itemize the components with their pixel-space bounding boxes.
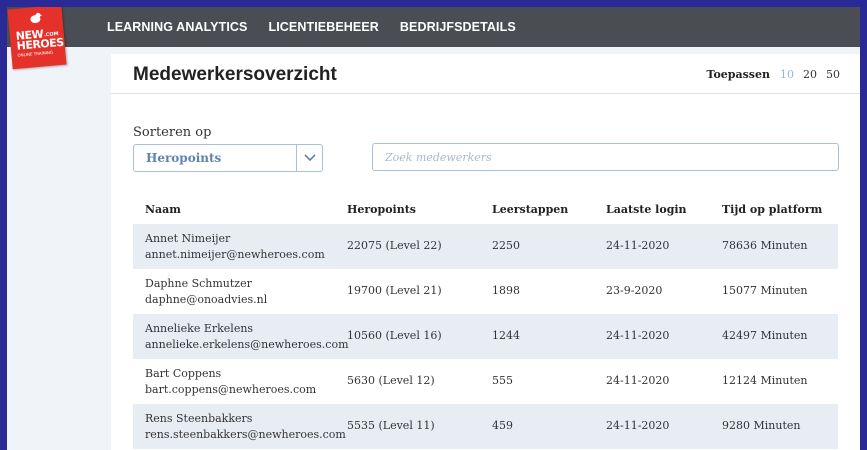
employee-table-body: Annet Nimeijer annet.nimeijer@newheroes.… [133, 224, 838, 449]
employee-name-cell: Bart Coppens bart.coppens@newheroes.com [145, 366, 316, 398]
page-size-option-20[interactable]: 20 [803, 68, 817, 81]
column-header-laatste-login[interactable]: Laatste login [606, 203, 687, 216]
heropoints-cell: 10560 (Level 16) [347, 329, 442, 342]
last-login-cell: 23-9-2020 [606, 284, 663, 297]
sort-dropdown-toggle[interactable] [296, 145, 322, 171]
nav-bedrijfsdetails[interactable]: BEDRIJFSDETAILS [400, 20, 516, 34]
nav-licentiebeheer[interactable]: LICENTIEBEHEER [268, 20, 378, 34]
employee-overview-card: Medewerkersoverzicht Toepassen 10 20 50 … [111, 54, 860, 450]
column-header-naam[interactable]: Naam [145, 203, 181, 216]
apply-button[interactable]: Toepassen [707, 68, 770, 81]
table-row[interactable]: Rens Steenbakkers rens.steenbakkers@newh… [133, 404, 838, 449]
table-header: Naam Heropoints Leerstappen Laatste logi… [133, 201, 838, 221]
steps-cell: 459 [492, 419, 513, 432]
last-login-cell: 24-11-2020 [606, 374, 670, 387]
sort-select[interactable]: Heropoints [133, 144, 323, 172]
page-size-selector: Toepassen 10 20 50 [707, 68, 840, 81]
steps-cell: 555 [492, 374, 513, 387]
heropoints-cell: 22075 (Level 22) [347, 239, 442, 252]
heropoints-cell: 19700 (Level 21) [347, 284, 442, 297]
time-on-platform-cell: 12124 Minuten [722, 374, 808, 387]
nav-learning-analytics[interactable]: LEARNING ANALYTICS [107, 20, 247, 34]
sort-selected-value: Heropoints [146, 151, 222, 165]
page-size-option-50[interactable]: 50 [826, 68, 840, 81]
employee-name-cell: Annet Nimeijer annet.nimeijer@newheroes.… [145, 231, 325, 263]
time-on-platform-cell: 9280 Minuten [722, 419, 801, 432]
heropoints-cell: 5535 (Level 11) [347, 419, 435, 432]
logo-line-2: HEROES [16, 35, 65, 53]
chevron-down-icon [304, 154, 316, 162]
employee-name: Annelieke Erkelens [145, 322, 254, 335]
table-row[interactable]: Annet Nimeijer annet.nimeijer@newheroes.… [133, 224, 838, 269]
last-login-cell: 24-11-2020 [606, 419, 670, 432]
steps-cell: 2250 [492, 239, 520, 252]
heropoints-cell: 5630 (Level 12) [347, 374, 435, 387]
last-login-cell: 24-11-2020 [606, 239, 670, 252]
column-header-tijd-op-platform[interactable]: Tijd op platform [722, 203, 822, 216]
last-login-cell: 24-11-2020 [606, 329, 670, 342]
employee-email: bart.coppens@newheroes.com [145, 383, 317, 396]
employee-name-cell: Rens Steenbakkers rens.steenbakkers@newh… [145, 411, 346, 443]
page-title: Medewerkersoverzicht [133, 64, 337, 85]
top-navigation-bar: LEARNING ANALYTICS LICENTIEBEHEER BEDRIJ… [7, 7, 860, 47]
card-header: Medewerkersoverzicht Toepassen 10 20 50 [111, 54, 860, 94]
employee-email: daphne@onoadvies.nl [145, 293, 268, 306]
main-nav: LEARNING ANALYTICS LICENTIEBEHEER BEDRIJ… [107, 7, 537, 47]
employee-email: annet.nimeijer@newheroes.com [145, 248, 325, 261]
column-header-heropoints[interactable]: Heropoints [347, 203, 416, 216]
steps-cell: 1244 [492, 329, 520, 342]
time-on-platform-cell: 42497 Minuten [722, 329, 808, 342]
employee-name: Rens Steenbakkers [145, 412, 253, 425]
newheroes-logo[interactable]: NEW .COM HEROES ONLINE TRAINING [7, 7, 67, 70]
employee-name: Daphne Schmutzer [145, 277, 252, 290]
time-on-platform-cell: 15077 Minuten [722, 284, 808, 297]
table-row[interactable]: Bart Coppens bart.coppens@newheroes.com … [133, 359, 838, 404]
sort-label: Sorteren op [133, 125, 212, 140]
search-input[interactable] [372, 143, 839, 171]
page-size-option-10[interactable]: 10 [780, 68, 794, 81]
employee-name: Bart Coppens [145, 367, 222, 380]
bird-icon [30, 12, 43, 24]
column-header-leerstappen[interactable]: Leerstappen [492, 203, 568, 216]
employee-name-cell: Daphne Schmutzer daphne@onoadvies.nl [145, 276, 267, 308]
steps-cell: 1898 [492, 284, 520, 297]
employee-name-cell: Annelieke Erkelens annelieke.erkelens@ne… [145, 321, 349, 353]
time-on-platform-cell: 78636 Minuten [722, 239, 808, 252]
table-row[interactable]: Annelieke Erkelens annelieke.erkelens@ne… [133, 314, 838, 359]
employee-email: rens.steenbakkers@newheroes.com [145, 428, 346, 441]
employee-email: annelieke.erkelens@newheroes.com [145, 338, 349, 351]
employee-name: Annet Nimeijer [145, 232, 231, 245]
app-frame: LEARNING ANALYTICS LICENTIEBEHEER BEDRIJ… [7, 7, 860, 450]
table-row[interactable]: Daphne Schmutzer daphne@onoadvies.nl 197… [133, 269, 838, 314]
